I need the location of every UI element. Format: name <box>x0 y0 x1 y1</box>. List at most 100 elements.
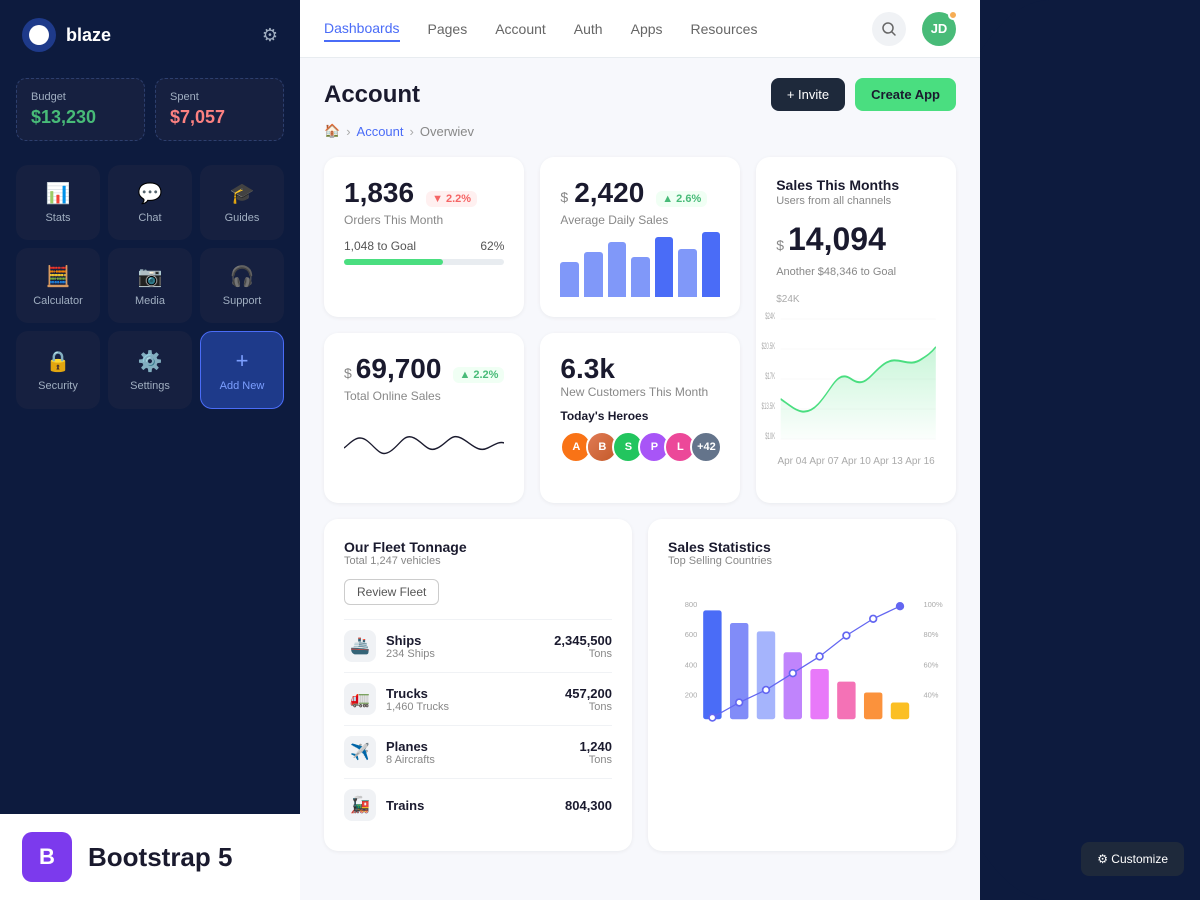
media-icon: 📷 <box>138 264 163 289</box>
nav-link-apps[interactable]: Apps <box>631 17 663 41</box>
user-avatar[interactable]: JD <box>922 12 956 46</box>
trucks-sub: 1,460 Trucks <box>386 701 449 713</box>
sidebar-item-media[interactable]: 📷 Media <box>108 248 192 323</box>
orders-label: Orders This Month <box>344 213 504 227</box>
breadcrumb-current: Overwiev <box>420 124 474 139</box>
notification-badge <box>948 10 958 20</box>
bar-5 <box>655 237 674 297</box>
nav-link-dashboards[interactable]: Dashboards <box>324 16 400 42</box>
sales-stats-subtitle: Top Selling Countries <box>668 555 936 567</box>
fleet-row-ships: 🚢 Ships 234 Ships 2,345,500 Tons <box>344 619 612 672</box>
trains-name: Trains <box>386 798 424 813</box>
right-panel-curve <box>980 0 1200 900</box>
svg-text:$10K: $10K <box>765 433 775 442</box>
svg-text:40%: 40% <box>923 690 938 699</box>
ships-sub: 234 Ships <box>386 648 435 660</box>
orders-value: 1,836 <box>344 177 414 209</box>
logo-area: blaze <box>22 18 111 52</box>
top-nav: Dashboards Pages Account Auth Apps Resou… <box>300 0 980 58</box>
bar-chart-bar-6 <box>837 682 855 720</box>
sales-month-value: 14,094 <box>788 221 886 258</box>
planes-name: Planes <box>386 739 435 754</box>
bar-chart-bar-4 <box>784 652 802 719</box>
sales-stats-card: Sales Statistics Top Selling Countries 8… <box>648 519 956 851</box>
sidebar-item-security[interactable]: 🔒 Security <box>16 331 100 409</box>
page-title: Account <box>324 81 420 109</box>
fleet-card: Our Fleet Tonnage Total 1,247 vehicles R… <box>324 519 632 851</box>
ships-value: 2,345,500 <box>554 633 612 648</box>
sidebar-item-add-new[interactable]: + Add New <box>200 331 284 409</box>
fleet-title: Our Fleet Tonnage <box>344 539 612 555</box>
sidebar-item-guides[interactable]: 🎓 Guides <box>200 165 284 240</box>
calculator-icon: 🧮 <box>46 264 71 289</box>
svg-text:200: 200 <box>685 690 698 699</box>
search-button[interactable] <box>872 12 906 46</box>
new-customers-card: 6.3k New Customers This Month Today's He… <box>540 333 740 503</box>
new-customers-label: New Customers This Month <box>560 385 720 399</box>
online-sales-card: $ 69,700 ▲ 2.2% Total Online Sales <box>324 333 524 503</box>
fleet-row-planes: ✈️ Planes 8 Aircrafts 1,240 Tons <box>344 725 612 778</box>
trucks-value: 457,200 <box>565 686 612 701</box>
sidebar-item-calculator[interactable]: 🧮 Calculator <box>16 248 100 323</box>
planes-value: 1,240 <box>579 739 612 754</box>
progress-bar <box>344 259 504 265</box>
nav-link-auth[interactable]: Auth <box>574 17 603 41</box>
sidebar-item-label: Guides <box>225 212 260 224</box>
nav-link-resources[interactable]: Resources <box>691 17 758 41</box>
guides-icon: 🎓 <box>230 181 255 206</box>
svg-text:$20.5K: $20.5K <box>762 343 776 352</box>
bar-4 <box>631 257 650 297</box>
svg-text:$13.5K: $13.5K <box>762 403 776 412</box>
orders-change-badge: ▼ 2.2% <box>426 191 477 207</box>
sidebar-item-stats[interactable]: 📊 Stats <box>16 165 100 240</box>
trains-value: 804,300 <box>565 798 612 813</box>
online-sales-badge: ▲ 2.2% <box>453 367 504 383</box>
sidebar-item-settings[interactable]: ⚙️ Settings <box>108 331 192 409</box>
page-content: Account + Invite Create App 🏠 › Account … <box>300 58 980 900</box>
bootstrap-banner: B Bootstrap 5 <box>0 814 300 900</box>
sidebar-item-label: Add New <box>220 380 265 392</box>
svg-text:$24K: $24K <box>765 313 775 322</box>
sidebar-menu-icon[interactable]: ⚙ <box>262 25 278 46</box>
customize-button[interactable]: ⚙ Customize <box>1081 842 1184 876</box>
spent-card: Spent $7,057 <box>155 78 284 141</box>
line-chart-svg: $24K $20.5K $17K $13.5K $10K <box>776 309 936 449</box>
breadcrumb-account[interactable]: Account <box>357 124 404 139</box>
heroes-title: Today's Heroes <box>560 409 720 423</box>
breadcrumb: 🏠 › Account › Overwiev <box>324 123 956 139</box>
top-nav-links: Dashboards Pages Account Auth Apps Resou… <box>324 16 757 42</box>
sidebar-header: blaze ⚙ <box>0 0 300 70</box>
nav-link-account[interactable]: Account <box>495 17 546 41</box>
goal-pct: 62% <box>480 239 504 253</box>
page-actions: + Invite Create App <box>771 78 956 111</box>
spent-label: Spent <box>170 91 269 103</box>
wave-chart <box>344 413 504 483</box>
trains-icon: 🚂 <box>344 789 376 821</box>
sidebar-item-support[interactable]: 🎧 Support <box>200 248 284 323</box>
bar-chart-bar-1 <box>703 610 721 719</box>
fleet-row-trains: 🚂 Trains 804,300 <box>344 778 612 831</box>
orders-progress: 1,048 to Goal 62% <box>344 239 504 265</box>
bar-1 <box>560 262 579 297</box>
bar-7 <box>702 232 721 297</box>
sidebar-item-chat[interactable]: 💬 Chat <box>108 165 192 240</box>
review-fleet-button[interactable]: Review Fleet <box>344 579 439 605</box>
invite-button[interactable]: + Invite <box>771 78 845 111</box>
stats-grid: 1,836 ▼ 2.2% Orders This Month 1,048 to … <box>324 157 956 503</box>
new-customers-value: 6.3k <box>560 353 615 384</box>
ships-name: Ships <box>386 633 435 648</box>
support-icon: 🎧 <box>230 264 255 289</box>
daily-sales-badge: ▲ 2.6% <box>656 191 707 207</box>
planes-sub: 8 Aircrafts <box>386 754 435 766</box>
trucks-unit: Tons <box>565 701 612 713</box>
create-app-button[interactable]: Create App <box>855 78 956 111</box>
nav-link-pages[interactable]: Pages <box>428 17 468 41</box>
up-arrow-icon-2: ▲ <box>459 369 470 381</box>
sales-stats-chart: 800 600 400 200 <box>668 579 936 759</box>
top-nav-right: JD <box>872 12 956 46</box>
planes-unit: Tons <box>579 754 612 766</box>
sales-dollar: $ <box>776 237 784 253</box>
add-new-icon: + <box>236 348 249 374</box>
trucks-name: Trucks <box>386 686 449 701</box>
bar-2 <box>584 252 603 297</box>
